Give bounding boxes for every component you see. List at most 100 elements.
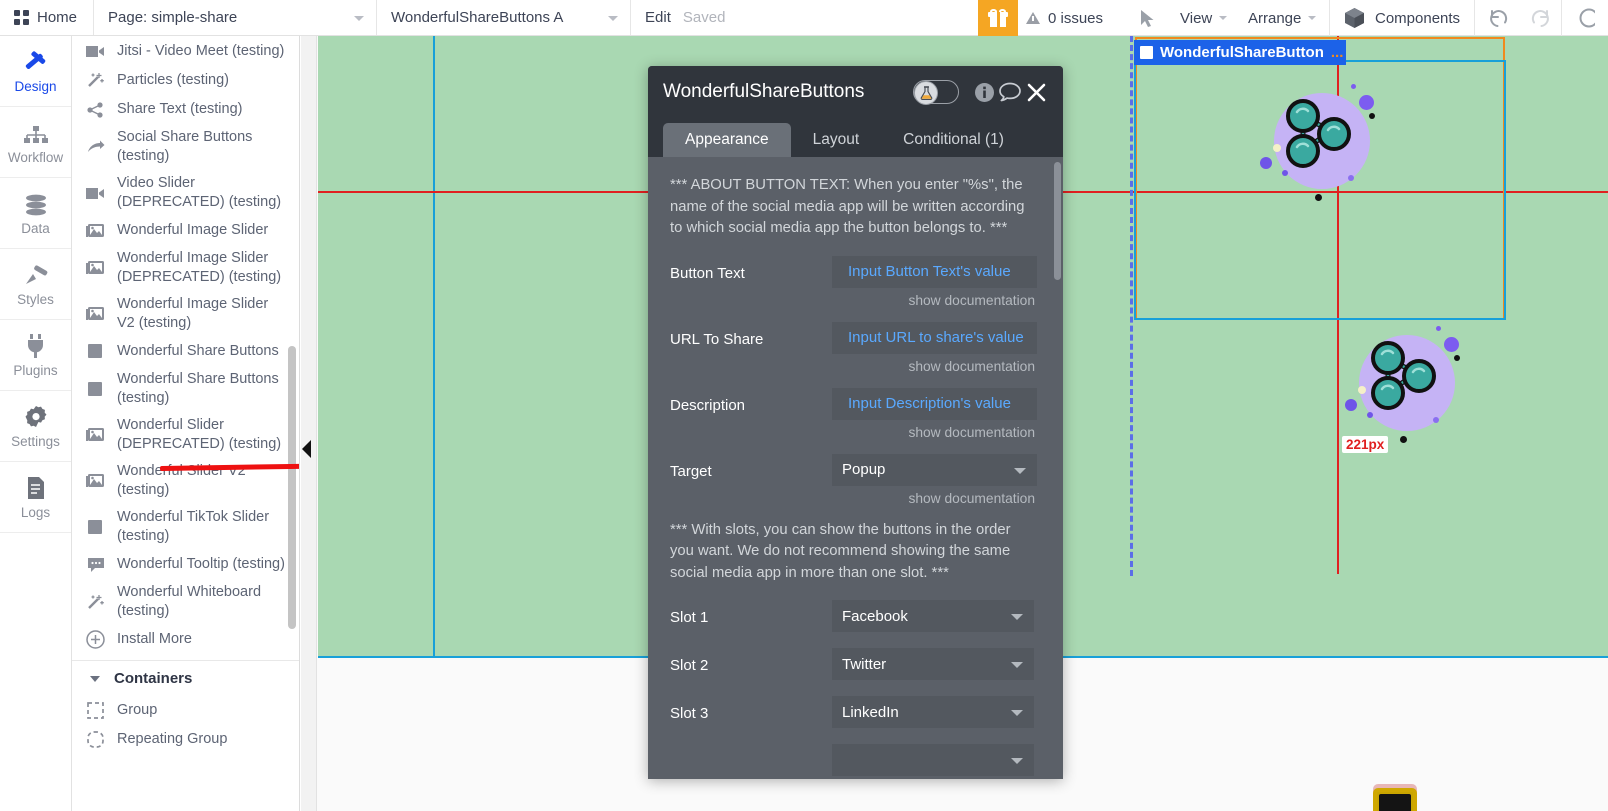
palette-item[interactable]: Wonderful Image Slider (DEPRECATED) (tes… <box>72 245 300 291</box>
workflow-tree-icon <box>23 119 49 145</box>
element-selector[interactable]: WonderfulShareButtons A <box>377 0 631 35</box>
slot-3-dropdown[interactable]: LinkedIn <box>832 696 1034 728</box>
palette-item-label: Install More <box>117 630 192 649</box>
palette-item[interactable]: Group <box>72 696 300 725</box>
undo-button[interactable] <box>1477 0 1519 36</box>
field-label <box>670 744 832 753</box>
palette-item[interactable]: Jitsi - Video Meet (testing) <box>72 37 300 66</box>
edit-button[interactable]: Edit <box>631 0 681 35</box>
view-label: View <box>1180 10 1212 27</box>
description-input[interactable]: Input Description's value <box>832 388 1037 420</box>
palette-item[interactable]: Particles (testing) <box>72 66 300 95</box>
tooltip-icon <box>86 556 105 573</box>
rail-item-settings[interactable]: Settings <box>0 391 71 462</box>
rail-item-styles[interactable]: Styles <box>0 249 71 320</box>
palette-item-label: Repeating Group <box>117 730 227 749</box>
show-documentation-link[interactable]: show documentation <box>832 486 1037 518</box>
close-icon[interactable] <box>1023 83 1049 102</box>
tab-appearance[interactable]: Appearance <box>663 123 791 157</box>
chevron-down-icon <box>354 16 364 21</box>
rail-item-workflow[interactable]: Workflow <box>0 107 71 178</box>
rail-item-design[interactable]: Design <box>0 36 71 107</box>
page-selector[interactable]: Page: simple-share <box>94 0 377 35</box>
target-dropdown[interactable]: Popup <box>832 454 1037 486</box>
issues-button[interactable]: 0 issues <box>1026 0 1103 36</box>
components-label: Components <box>1375 10 1460 27</box>
show-documentation-link[interactable]: show documentation <box>832 354 1037 386</box>
show-documentation-link[interactable]: show documentation <box>832 420 1037 452</box>
property-editor-dialog[interactable]: WonderfulShareButtons <box>648 66 1063 779</box>
panel-scrollbar[interactable] <box>288 346 296 629</box>
dialog-tabs: Appearance Layout Conditional (1) <box>648 118 1063 157</box>
palette-item-label: Social Share Buttons (testing) <box>117 128 290 166</box>
comment-icon[interactable] <box>997 82 1023 102</box>
plus-circle-icon <box>86 631 105 648</box>
tab-layout[interactable]: Layout <box>791 123 882 157</box>
rail-item-data[interactable]: Data <box>0 178 71 249</box>
dialog-header: WonderfulShareButtons <box>648 66 1063 118</box>
share-icon-artwork-1 <box>1258 84 1388 204</box>
dialog-scrollbar[interactable] <box>1054 162 1061 280</box>
warning-icon <box>1026 12 1040 24</box>
slot-4-dropdown[interactable] <box>832 744 1034 776</box>
rail-item-logs[interactable]: Logs <box>0 462 71 533</box>
square-icon <box>86 381 105 398</box>
palette-item[interactable]: Wonderful Share Buttons <box>72 337 300 366</box>
palette-item[interactable]: Install More <box>72 625 300 654</box>
info-icon[interactable] <box>971 82 997 103</box>
palette-item-label: Wonderful Tooltip (testing) <box>117 555 285 574</box>
palette-item[interactable]: Wonderful Whiteboard (testing) <box>72 579 300 625</box>
palette-item[interactable]: Wonderful TikTok Slider (testing) <box>72 504 300 550</box>
chevron-down-icon <box>608 16 618 21</box>
redo-button[interactable] <box>1519 0 1561 36</box>
overflow-button[interactable] <box>1561 0 1608 36</box>
checkbox-icon <box>1140 46 1153 59</box>
group-icon <box>86 702 105 719</box>
chevron-down-icon <box>1011 614 1023 620</box>
field-slot-4-partial <box>670 744 1037 776</box>
guide-line-vertical-left <box>433 36 435 658</box>
tab-conditional[interactable]: Conditional (1) <box>881 123 1026 157</box>
arrange-menu[interactable]: Arrange <box>1248 0 1316 36</box>
view-menu[interactable]: View <box>1180 0 1227 36</box>
panel-collapse-arrow[interactable] <box>302 440 311 458</box>
selection-label[interactable]: WonderfulShareButton... <box>1134 40 1346 65</box>
palette-item[interactable]: Video Slider (DEPRECATED) (testing) <box>72 170 300 216</box>
rail-label: Plugins <box>13 363 57 378</box>
palette-item[interactable]: Wonderful Share Buttons (testing) <box>72 366 300 412</box>
palette-item[interactable]: Wonderful Image Slider <box>72 216 300 245</box>
palette-item[interactable]: Wonderful Tooltip (testing) <box>72 550 300 579</box>
url-to-share-input[interactable]: Input URL to share's value <box>832 322 1037 354</box>
field-url-to-share: URL To Share Input URL to share's value … <box>670 322 1037 386</box>
palette-item[interactable]: Wonderful Image Slider V2 (testing) <box>72 291 300 337</box>
pointer-tool-button[interactable] <box>1130 0 1164 36</box>
sparkle-icon <box>86 594 105 611</box>
redo-icon <box>1530 8 1551 29</box>
slot-2-dropdown[interactable]: Twitter <box>832 648 1034 680</box>
home-button[interactable]: Home <box>0 0 94 35</box>
gift-button[interactable] <box>978 0 1018 36</box>
circle-icon <box>1575 8 1595 28</box>
favicon-preview[interactable] <box>1373 788 1417 811</box>
show-documentation-link[interactable]: show documentation <box>832 288 1037 320</box>
dialog-scroll-content: *** ABOUT BUTTON TEXT: When you enter "%… <box>648 157 1063 779</box>
palette-item[interactable]: Wonderful Slider (DEPRECATED) (testing) <box>72 412 300 458</box>
chevron-down-icon <box>90 676 100 682</box>
rail-item-plugins[interactable]: Plugins <box>0 320 71 391</box>
page-selector-value: Page: simple-share <box>94 9 237 26</box>
palette-item[interactable]: Repeating Group <box>72 725 300 754</box>
rail-label: Styles <box>17 292 54 307</box>
components-button[interactable]: Components <box>1329 0 1475 36</box>
flask-toggle[interactable] <box>913 80 959 104</box>
gear-icon <box>24 403 48 429</box>
palette-item[interactable]: Share Text (testing) <box>72 95 300 124</box>
field-label: URL To Share <box>670 322 832 348</box>
button-text-input[interactable]: Input Button Text's value <box>832 256 1037 288</box>
dialog-body: *** ABOUT BUTTON TEXT: When you enter "%… <box>648 157 1063 779</box>
slot-1-dropdown[interactable]: Facebook <box>832 600 1034 632</box>
slot-3-value: LinkedIn <box>842 704 899 721</box>
section-header-containers[interactable]: Containers <box>72 661 300 696</box>
tab-label: Layout <box>813 131 860 149</box>
palette-item[interactable]: Social Share Buttons (testing) <box>72 124 300 170</box>
image-icon <box>86 427 105 444</box>
